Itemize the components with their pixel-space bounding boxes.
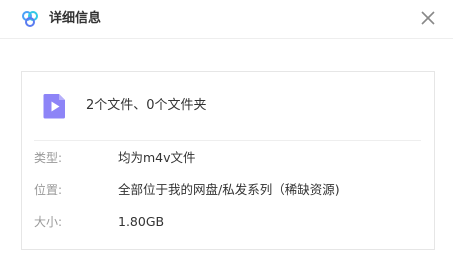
details-card: 2个文件、0个文件夹 类型: 均为m4v文件 位置: 全部位于我的网盘/私发系列…: [21, 71, 435, 250]
divider: [34, 140, 421, 141]
dialog-titlebar: 详细信息: [0, 0, 453, 39]
location-label: 位置:: [34, 183, 63, 197]
location-value: 全部位于我的网盘/私发系列（稀缺资源): [118, 182, 340, 197]
dialog-title: 详细信息: [49, 11, 102, 26]
baidu-netdisk-logo-icon: [22, 11, 38, 27]
close-icon[interactable]: [418, 8, 438, 28]
details-dialog: 详细信息 2个文件、0个文件夹 类型: 均为m4v文件 位置: 全部位于我的网盘…: [0, 0, 453, 271]
size-label: 大小:: [34, 215, 63, 229]
selection-summary: 2个文件、0个文件夹: [86, 98, 207, 113]
type-label: 类型:: [34, 151, 63, 165]
type-value: 均为m4v文件: [118, 150, 196, 165]
size-value: 1.80GB: [118, 214, 165, 229]
video-file-icon: [43, 94, 65, 119]
